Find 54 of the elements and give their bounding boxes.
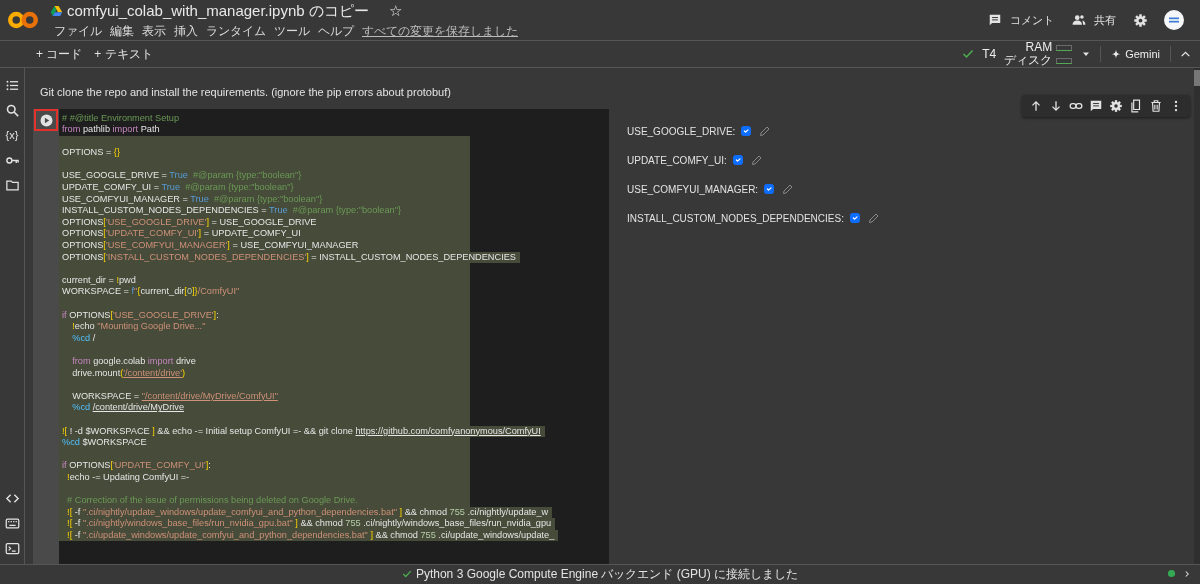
menu-item[interactable]: ツール	[270, 22, 314, 41]
runtime-type[interactable]: T4	[982, 47, 997, 61]
connection-dot-icon	[1167, 569, 1176, 578]
search-icon[interactable]	[4, 103, 20, 119]
settings-icon	[1109, 98, 1123, 113]
settings-icon[interactable]	[1133, 12, 1148, 28]
scrollbar-thumb[interactable]	[1194, 70, 1200, 86]
menu-item[interactable]: ファイル	[50, 22, 106, 41]
status-text: Python 3 Google Compute Engine バックエンド (GPU) に接続しました	[415, 567, 799, 580]
people-icon	[1072, 13, 1086, 27]
comment-icon	[988, 13, 1002, 27]
play-icon	[39, 113, 53, 127]
keyboard-icon[interactable]	[4, 516, 20, 532]
gemini-button[interactable]: Gemini	[1100, 45, 1171, 63]
folder-icon[interactable]	[4, 178, 20, 194]
pencil-icon[interactable]	[750, 154, 763, 166]
share-button[interactable]: 共有	[1071, 10, 1117, 30]
drive-icon	[50, 5, 63, 17]
disk-meter	[1056, 57, 1073, 64]
add-cell-button[interactable]: + テキスト	[88, 45, 159, 63]
menu-item[interactable]: ランタイム	[202, 22, 270, 41]
menu-item[interactable]: ヘルプ	[314, 22, 358, 41]
pencil-icon[interactable]	[759, 125, 772, 137]
markdown-text: Git clone the repo and install the requirements. (ignore the pip errors about protobuf)	[40, 85, 451, 100]
menu-item[interactable]: 表示	[138, 22, 170, 41]
star-button[interactable]: ☆	[388, 0, 402, 23]
menu-item[interactable]: 挿入	[170, 22, 202, 41]
code-line: # #@title Environment Setup	[61, 112, 181, 125]
field-label: USE_GOOGLE_DRIVE:	[627, 124, 736, 139]
field-label: INSTALL_CUSTOM_NODES_DEPENDENCIES:	[627, 211, 844, 226]
checkbox[interactable]	[764, 184, 775, 194]
add-cell-button[interactable]: + コード	[30, 45, 89, 63]
field-label: UPDATE_COMFY_UI:	[627, 153, 727, 168]
notebook-title[interactable]: comfyui_colab_with_manager.ipynb のコピー	[67, 0, 369, 23]
delete-icon	[1149, 98, 1163, 113]
ram-label: RAM	[1025, 41, 1053, 54]
code-line: from pathlib import Path	[61, 124, 161, 136]
ram-meter	[1056, 44, 1073, 51]
comment-icon	[1089, 98, 1103, 113]
field-label: USE_COMFYUI_MANAGER:	[627, 182, 759, 197]
pencil-icon[interactable]	[782, 183, 795, 195]
checkbox[interactable]	[849, 213, 860, 223]
menu-item[interactable]: 編集	[106, 22, 138, 41]
comment-button[interactable]: コメント	[987, 10, 1055, 30]
pencil-icon[interactable]	[867, 212, 880, 224]
terminal-icon[interactable]	[4, 541, 20, 557]
checkbox[interactable]	[732, 155, 743, 165]
avatar[interactable]	[1164, 10, 1184, 30]
save-status-link[interactable]: すべての変更を保存しました	[358, 22, 522, 41]
copy-icon	[1129, 98, 1143, 113]
run-button[interactable]	[34, 108, 58, 131]
checkbox[interactable]	[741, 126, 752, 136]
disk-label: ディスク	[1004, 54, 1053, 67]
variables-icon[interactable]: {x}	[5, 129, 19, 141]
